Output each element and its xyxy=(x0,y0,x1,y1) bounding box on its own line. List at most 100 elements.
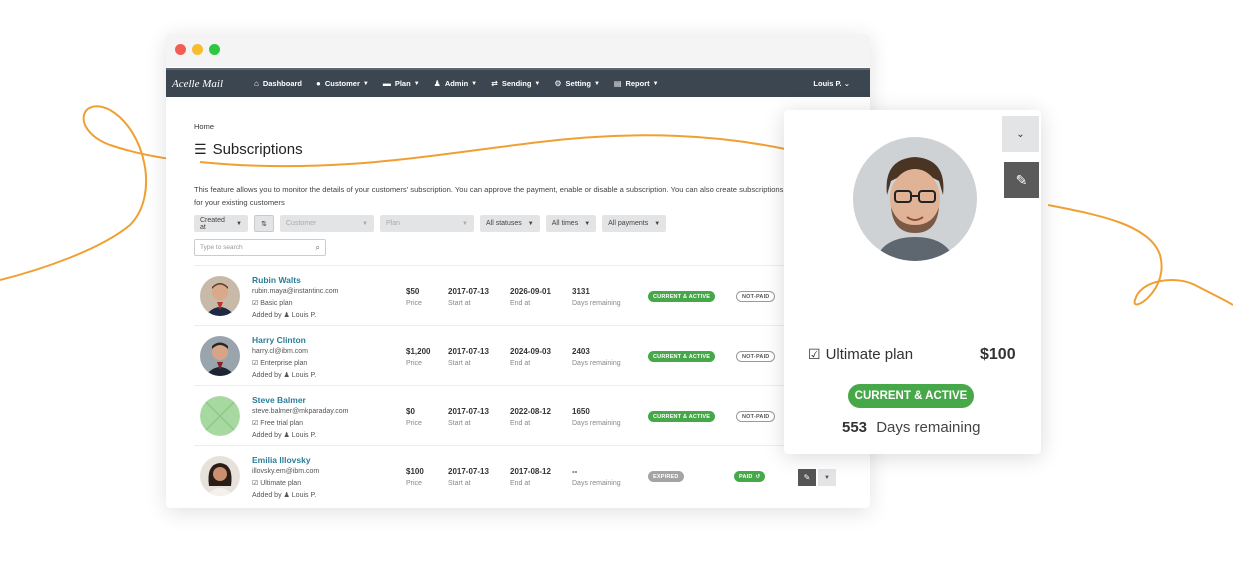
brand-logo[interactable]: Acelle Mail xyxy=(172,78,254,90)
sort-created-at-select[interactable]: Created at ▼ xyxy=(194,215,248,232)
customer-email: illovsky.em@ibm.com xyxy=(252,468,320,475)
added-by-user: Louis P. xyxy=(291,492,317,499)
end-value: 2022-08-12 xyxy=(510,407,551,416)
end-value: 2024-09-03 xyxy=(510,347,551,356)
added-by-user: Louis P. xyxy=(291,372,317,379)
start-label: Start at xyxy=(448,480,471,487)
report-icon: ▤ xyxy=(613,79,622,88)
maximize-window-dot[interactable] xyxy=(209,44,220,55)
status-badge: EXPIRED xyxy=(648,471,684,482)
card-edit-button[interactable]: ✎ xyxy=(1004,162,1039,198)
list-icon: ☰ xyxy=(194,141,207,157)
nav-dashboard[interactable]: ⌂ Dashboard xyxy=(254,79,302,88)
remaining-cell: 1650 Days remaining xyxy=(572,406,621,430)
status-badge: CURRENT & ACTIVE xyxy=(648,411,716,422)
price-label: Price xyxy=(406,300,422,307)
added-by: Added by ♟ Louis P. xyxy=(252,430,348,442)
remaining-cell: 2403 Days remaining xyxy=(572,346,621,370)
payment-filter-select[interactable]: All payments ▼ xyxy=(602,215,667,232)
start-label: Start at xyxy=(448,420,471,427)
minimize-window-dot[interactable] xyxy=(192,44,203,55)
plan-name: Ultimate plan xyxy=(260,480,302,487)
remaining-cell: 3131 Days remaining xyxy=(572,286,621,310)
status-badge: CURRENT & ACTIVE xyxy=(648,291,716,302)
customer-name-link[interactable]: Harry Clinton xyxy=(252,334,316,346)
nav-report[interactable]: ▤ Report ▼ xyxy=(614,79,659,88)
customer-name-link[interactable]: Emilia Illovsky xyxy=(252,454,319,466)
user-icon: ♟ xyxy=(283,432,290,439)
price-cell: $100 Price xyxy=(406,466,424,490)
customer-filter-select[interactable]: Customer ▼ xyxy=(280,215,374,232)
customer-name-link[interactable]: Rubin Walts xyxy=(252,274,338,286)
sort-direction-button[interactable]: ⇅ xyxy=(254,215,274,232)
customer-name-link[interactable]: Steve Balmer xyxy=(252,394,348,406)
user-icon: ♟ xyxy=(283,492,290,499)
nav-label: Report xyxy=(625,79,650,88)
close-window-dot[interactable] xyxy=(175,44,186,55)
card-days-remaining: 553 Days remaining xyxy=(842,419,980,436)
price-cell: $50 Price xyxy=(406,286,422,310)
price-value: $1,200 xyxy=(406,347,431,356)
breadcrumb[interactable]: Home xyxy=(194,122,214,131)
nav-label: Plan xyxy=(394,79,411,88)
home-icon: ⌂ xyxy=(254,79,259,88)
plan-label: ☑ Basic plan xyxy=(252,298,338,310)
nav-admin[interactable]: ♟ Admin ▼ xyxy=(434,79,477,88)
start-label: Start at xyxy=(448,300,471,307)
end-cell: 2026-09-01 End at xyxy=(510,286,551,310)
chevron-down-icon: ▼ xyxy=(652,80,659,87)
nav-label: Setting xyxy=(565,79,591,88)
more-actions-dropdown[interactable]: ▼ xyxy=(818,469,836,486)
nav-setting[interactable]: ⚙ Setting ▼ xyxy=(554,79,600,88)
remaining-value: 2403 xyxy=(572,347,590,356)
exchange-icon: ⇄ xyxy=(491,79,498,88)
search-input[interactable]: Type to search ⌕ xyxy=(194,239,326,256)
pencil-icon: ✎ xyxy=(803,473,811,482)
price-value: $0 xyxy=(406,407,415,416)
start-cell: 2017-07-13 Start at xyxy=(448,286,489,310)
edit-button[interactable]: ✎ xyxy=(798,469,816,486)
payment-badge: NOT-PAID xyxy=(736,351,776,362)
nav-plan[interactable]: ▬ Plan ▼ xyxy=(383,79,420,88)
table-row: Steve Balmer steve.balmer@mkparaday.com … xyxy=(194,385,870,445)
search-icon: ⌕ xyxy=(315,242,320,252)
card-dropdown-button[interactable]: ⌄ xyxy=(1002,116,1039,152)
clipboard-check-icon: ☑ xyxy=(252,480,259,487)
end-cell: 2022-08-12 End at xyxy=(510,406,551,430)
customer-info: Emilia Illovsky illovsky.em@ibm.com ☑ Ul… xyxy=(252,454,319,502)
nav-customer[interactable]: ● Customer ▼ xyxy=(316,79,369,88)
plan-filter-select[interactable]: Plan ▼ xyxy=(380,215,474,232)
plan-label: ☑ Free trial plan xyxy=(252,418,348,430)
card-days-value: 553 xyxy=(842,419,868,436)
user-menu[interactable]: Louis P. ⌄ xyxy=(813,79,850,88)
select-placeholder: Customer xyxy=(286,220,317,227)
status-filter-select[interactable]: All statuses ▼ xyxy=(480,215,540,232)
price-label: Price xyxy=(406,420,422,427)
pencil-icon: ✎ xyxy=(1015,171,1028,188)
price-value: $100 xyxy=(406,467,424,476)
plan-name: Free trial plan xyxy=(260,420,304,427)
payment-badge: NOT-PAID xyxy=(736,411,776,422)
chevron-down-icon: ⌄ xyxy=(1016,128,1025,140)
row-actions: ✎ ▼ xyxy=(798,469,836,486)
avatar xyxy=(200,336,240,376)
chevron-down-icon: ▼ xyxy=(236,220,242,227)
subscription-list: Rubin Walts rubin.maya@instantinc.com ☑ … xyxy=(194,265,870,505)
end-label: End at xyxy=(510,420,531,427)
chevron-down-icon: ▼ xyxy=(584,220,591,227)
nav-label: Sending xyxy=(501,79,532,88)
nav-sending[interactable]: ⇄ Sending ▼ xyxy=(491,79,540,88)
page-title: ☰ Subscriptions xyxy=(194,141,303,158)
page-title-text: Subscriptions xyxy=(212,141,303,158)
chevron-down-icon: ▼ xyxy=(471,80,478,87)
time-filter-select[interactable]: All times ▼ xyxy=(545,215,597,232)
table-row: Rubin Walts rubin.maya@instantinc.com ☑ … xyxy=(194,265,870,325)
user-icon: ♟ xyxy=(283,312,290,319)
chevron-down-icon: ▼ xyxy=(593,80,600,87)
plan-label: ☑ Enterprise plan xyxy=(252,358,316,370)
customer-email: rubin.maya@instantinc.com xyxy=(252,288,339,295)
remaining-label: Days remaining xyxy=(572,420,621,427)
clipboard-check-icon: ☑ xyxy=(252,360,259,367)
chevron-down-icon: ▼ xyxy=(362,220,368,227)
remaining-label: Days remaining xyxy=(572,300,621,307)
